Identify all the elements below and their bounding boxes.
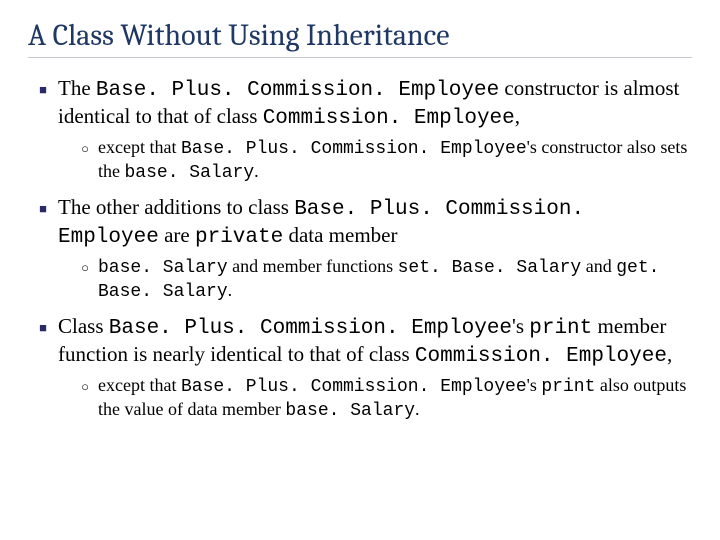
text-run: and member functions — [228, 256, 398, 276]
code-run: Base. Plus. Commission. Employee — [96, 79, 499, 102]
code-run: Base. Plus. Commission. Employee — [109, 317, 512, 340]
code-run: private — [195, 226, 283, 249]
code-run: print — [529, 317, 592, 340]
circle-bullet-icon: ○ — [72, 375, 98, 423]
code-run: base. Salary — [98, 258, 228, 278]
text-run: The other additions to class — [58, 195, 294, 219]
text-run: except that — [98, 375, 181, 395]
text-run: except that — [98, 137, 181, 157]
list-item: ■ The other additions to class Base. Plu… — [28, 195, 692, 250]
text-run: and — [581, 256, 616, 276]
code-run: Base. Plus. Commission. Employee — [181, 139, 527, 159]
text-run: 's — [512, 314, 529, 338]
text-run: data member — [283, 223, 397, 247]
text-run: are — [159, 223, 195, 247]
code-run: Base. Plus. Commission. Employee — [181, 377, 527, 397]
content-body: ■ The Base. Plus. Commission. Employee c… — [28, 76, 692, 423]
square-bullet-icon: ■ — [28, 314, 58, 369]
list-item: ■ Class Base. Plus. Commission. Employee… — [28, 314, 692, 369]
text-run: . — [415, 399, 420, 419]
list-subitem-text: base. Salary and member functions set. B… — [98, 256, 692, 304]
code-run: Commission. Employee — [263, 107, 515, 130]
square-bullet-icon: ■ — [28, 195, 58, 250]
list-subitem: ○ except that Base. Plus. Commission. Em… — [72, 137, 692, 185]
code-run: print — [541, 377, 595, 397]
text-run: , — [515, 104, 520, 128]
circle-bullet-icon: ○ — [72, 256, 98, 304]
code-run: base. Salary — [285, 401, 415, 421]
list-subitem-text: except that Base. Plus. Commission. Empl… — [98, 137, 692, 185]
text-run: . — [254, 161, 259, 181]
text-run: , — [667, 342, 672, 366]
code-run: Commission. Employee — [415, 345, 667, 368]
list-item: ■ The Base. Plus. Commission. Employee c… — [28, 76, 692, 131]
list-item-text: The Base. Plus. Commission. Employee con… — [58, 76, 692, 131]
code-run: base. Salary — [125, 163, 255, 183]
code-run: set. Base. Salary — [398, 258, 582, 278]
list-subitem: ○ except that Base. Plus. Commission. Em… — [72, 375, 692, 423]
text-run: The — [58, 76, 96, 100]
slide: A Class Without Using Inheritance ■ The … — [0, 0, 720, 449]
text-run: 's — [527, 375, 542, 395]
page-title: A Class Without Using Inheritance — [28, 18, 692, 58]
square-bullet-icon: ■ — [28, 76, 58, 131]
list-item-text: The other additions to class Base. Plus.… — [58, 195, 692, 250]
list-subitem-text: except that Base. Plus. Commission. Empl… — [98, 375, 692, 423]
circle-bullet-icon: ○ — [72, 137, 98, 185]
list-item-text: Class Base. Plus. Commission. Employee's… — [58, 314, 692, 369]
list-subitem: ○ base. Salary and member functions set.… — [72, 256, 692, 304]
text-run: . — [228, 280, 233, 300]
text-run: Class — [58, 314, 109, 338]
